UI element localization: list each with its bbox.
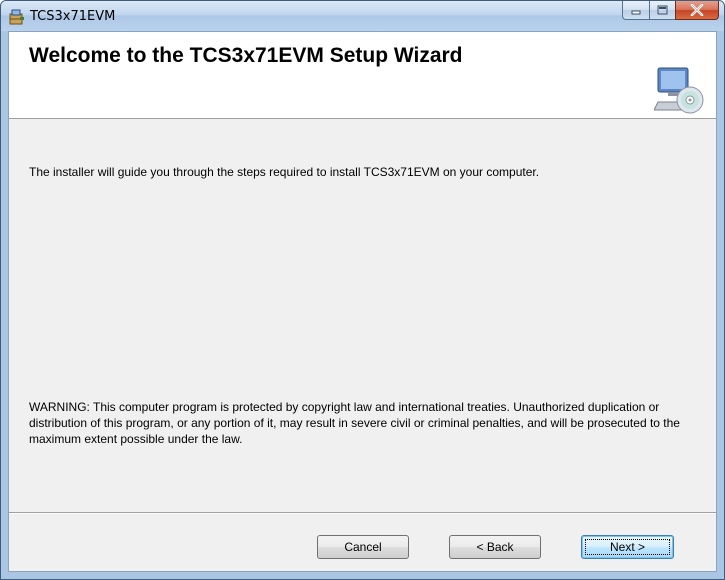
close-button[interactable]: [675, 1, 719, 20]
banner-title: Welcome to the TCS3x71EVM Setup Wizard: [29, 44, 463, 67]
intro-text: The installer will guide you through the…: [29, 165, 540, 179]
setup-wizard-window: TCS3x71EVM Welcome to the TCS3x71EVM Set…: [0, 0, 725, 580]
next-button[interactable]: Next >: [581, 535, 674, 559]
title-bar[interactable]: TCS3x71EVM: [1, 1, 724, 31]
minimize-icon: [631, 10, 640, 14]
maximize-button[interactable]: [649, 1, 675, 20]
copyright-warning-text: WARNING: This computer program is protec…: [29, 400, 680, 446]
installer-app-icon: [9, 9, 24, 25]
next-button-label: Next >: [609, 540, 645, 554]
close-icon: [690, 4, 704, 16]
wizard-banner: Welcome to the TCS3x71EVM Setup Wizard: [9, 32, 716, 119]
computer-cd-icon: [654, 67, 704, 114]
cancel-button-label: Cancel: [344, 540, 382, 554]
caption-buttons: [622, 1, 719, 21]
minimize-button[interactable]: [622, 1, 649, 20]
back-button[interactable]: < Back: [449, 535, 541, 559]
footer-divider-highlight: [9, 513, 716, 514]
maximize-icon: [657, 5, 668, 15]
window-title: TCS3x71EVM: [30, 9, 116, 24]
back-button-label: < Back: [476, 540, 514, 554]
wizard-client-area: Welcome to the TCS3x71EVM Setup Wizard T…: [8, 31, 717, 572]
cancel-button[interactable]: Cancel: [317, 535, 409, 559]
